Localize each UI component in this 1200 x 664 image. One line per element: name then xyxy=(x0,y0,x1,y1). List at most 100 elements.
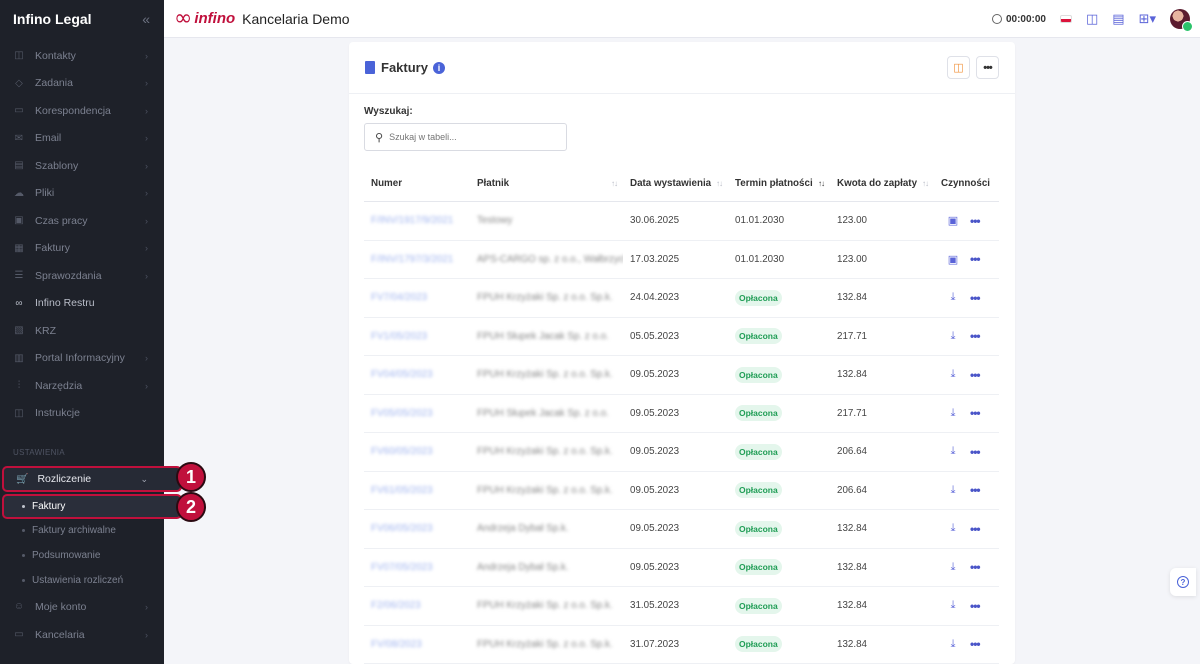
payer-name: FPUH Krzyżaki Sp. z o.o. Sp.k. xyxy=(477,369,613,381)
more-options-button[interactable]: ••• xyxy=(976,56,999,79)
sidebar-subitem[interactable]: Podsumowanie xyxy=(0,543,164,568)
download-icon[interactable]: ⤓ xyxy=(942,561,964,574)
invoice-number-link[interactable]: F/INV/1797/3/2021 xyxy=(371,254,453,265)
download-icon[interactable]: ⤓ xyxy=(942,291,964,304)
sidebar-item-label: Moje konto xyxy=(35,600,87,613)
row-more-icon[interactable]: ••• xyxy=(970,329,981,343)
question-icon: ? xyxy=(1177,576,1189,588)
sidebar-item-korespondencja[interactable]: ▭ Korespondencja › xyxy=(0,97,164,125)
column-header-kwota[interactable]: Kwota do zapłaty ↑↓ xyxy=(830,166,934,202)
invoice-number-link[interactable]: FV/08/2023 xyxy=(371,639,422,650)
table-row: FV7/04/2023 FPUH Krzyżaki Sp. z o.o. Sp.k… xyxy=(364,279,999,318)
amount-due: 132.84 xyxy=(837,561,867,573)
download-icon[interactable]: ⤓ xyxy=(942,445,964,458)
sidebar-item-krz[interactable]: ▧ KRZ xyxy=(0,317,164,345)
help-book-button[interactable]: ◫ xyxy=(947,56,970,79)
sidebar-item-kontakty[interactable]: ◫ Kontakty › xyxy=(0,42,164,70)
download-icon[interactable]: ⤓ xyxy=(942,407,964,420)
sidebar-item-szablony[interactable]: ▤ Szablony › xyxy=(0,152,164,180)
book-icon[interactable]: ◫ xyxy=(1086,11,1098,27)
sidebar-item-label: Faktury xyxy=(35,242,71,255)
download-icon[interactable]: ⤓ xyxy=(942,599,964,612)
invoice-number-link[interactable]: FV60/05/2023 xyxy=(371,446,433,457)
cloud-icon: ☁ xyxy=(14,187,24,199)
sidebar-item-label: Infino Restru xyxy=(35,297,95,310)
sidebar-item-zadania[interactable]: ◇ Zadania › xyxy=(0,70,164,98)
sidebar-item-sprawozdania[interactable]: ☰ Sprawozdania › xyxy=(0,262,164,290)
row-more-icon[interactable]: ••• xyxy=(970,406,981,420)
info-icon[interactable]: i xyxy=(432,61,445,74)
callout-badge-2: 2 xyxy=(176,492,206,522)
download-icon[interactable]: ⤓ xyxy=(942,368,964,381)
sidebar-subitem-label: Ustawienia rozliczeń xyxy=(32,575,124,586)
money-icon[interactable]: ▣ xyxy=(942,214,964,227)
row-more-icon[interactable]: ••• xyxy=(970,560,981,574)
table-body: F/INV/1917/9/2021 Testowy 30.06.2025 01.01.… xyxy=(364,202,999,664)
add-menu-icon[interactable]: ⊞▾ xyxy=(1139,11,1156,27)
invoice-number-link[interactable]: FV61/05/2023 xyxy=(371,485,433,496)
help-button[interactable]: ? xyxy=(1170,568,1196,596)
language-flag-icon[interactable] xyxy=(1059,15,1072,23)
payer-name: FPUH Słupek Jacak Sp. z o.o. xyxy=(477,407,609,419)
avatar[interactable] xyxy=(1170,9,1193,32)
invoice-number-link[interactable]: FV06/05/2023 xyxy=(371,523,433,534)
sidebar-item-email[interactable]: ✉ Email › xyxy=(0,125,164,153)
sidebar-item-faktury[interactable]: ▦ Faktury › xyxy=(0,235,164,263)
sidebar-subitem-faktury[interactable]: Faktury xyxy=(2,494,182,519)
column-header-platnik[interactable]: Płatnik ↑↓ xyxy=(470,166,623,202)
sidebar-item-pliki[interactable]: ☁ Pliki › xyxy=(0,180,164,208)
invoice-number-link[interactable]: F2/06/2023 xyxy=(371,600,421,611)
sort-icon: ↑↓ xyxy=(922,179,929,188)
invoice-number-link[interactable]: FV07/05/2023 xyxy=(371,562,433,573)
infinity-logo-icon: ∞ xyxy=(174,5,193,31)
invoices-card: Faktury i ◫ ••• Wyszukaj: ⚲ Numer Płatni… xyxy=(349,42,1015,664)
paid-status-badge: Opłacona xyxy=(735,328,782,345)
row-more-icon[interactable]: ••• xyxy=(970,214,981,228)
sidebar-item-czas-pracy[interactable]: ▣ Czas pracy › xyxy=(0,207,164,235)
row-more-icon[interactable]: ••• xyxy=(970,368,981,382)
chat-icon[interactable]: ▤ xyxy=(1112,11,1124,27)
invoice-number-link[interactable]: FV1/05/2023 xyxy=(371,331,427,342)
row-more-icon[interactable]: ••• xyxy=(970,522,981,536)
sidebar-item-kancelaria[interactable]: ▭ Kancelaria › xyxy=(0,621,164,649)
row-more-icon[interactable]: ••• xyxy=(970,637,981,651)
sidebar-item-portal-informacyjny[interactable]: ▥ Portal Informacyjny › xyxy=(0,345,164,373)
row-more-icon[interactable]: ••• xyxy=(970,599,981,613)
topbar: ∞ infino Kancelaria Demo 00:00:00 ◫ ▤ ⊞▾ xyxy=(164,0,1200,38)
sidebar-item-moje-konto[interactable]: ☺ Moje konto › xyxy=(0,593,164,621)
logo[interactable]: ∞ infino xyxy=(174,5,235,31)
issue-date: 05.05.2023 xyxy=(630,330,680,342)
paid-status-badge: Opłacona xyxy=(735,482,782,499)
column-header-numer[interactable]: Numer xyxy=(364,166,470,202)
issue-date: 31.07.2023 xyxy=(630,638,680,650)
row-more-icon[interactable]: ••• xyxy=(970,483,981,497)
collapse-icon[interactable]: « xyxy=(142,11,150,27)
sidebar-item-infino-restru[interactable]: ∞ Infino Restru xyxy=(0,290,164,318)
search-field[interactable]: ⚲ xyxy=(364,123,567,151)
download-icon[interactable]: ⤓ xyxy=(942,638,964,651)
sidebar-subitem[interactable]: Ustawienia rozliczeń xyxy=(0,568,164,593)
column-header-termin[interactable]: Termin płatności ↑↓ xyxy=(728,166,830,202)
sidebar-item-instrukcje[interactable]: ◫ Instrukcje xyxy=(0,400,164,428)
sort-active-icon: ↑↓ xyxy=(818,179,825,188)
money-icon[interactable]: ▣ xyxy=(942,253,964,266)
search-input[interactable] xyxy=(389,132,550,142)
issue-date: 09.05.2023 xyxy=(630,561,680,573)
sidebar-subitem[interactable]: Faktury archiwalne xyxy=(0,518,164,543)
table-row: F2/06/2023 FPUH Krzyżaki Sp. z o.o. Sp.k.… xyxy=(364,587,999,626)
download-icon[interactable]: ⤓ xyxy=(942,330,964,343)
column-header-data[interactable]: Data wystawienia ↑↓ xyxy=(623,166,728,202)
timer-button[interactable]: 00:00:00 xyxy=(991,14,1046,25)
invoice-number-link[interactable]: FV7/04/2023 xyxy=(371,292,427,303)
sidebar-subitem-label: Podsumowanie xyxy=(32,550,101,561)
sidebar-item-rozliczenie[interactable]: 🛒 Rozliczenie ⌄ xyxy=(2,466,182,492)
row-more-icon[interactable]: ••• xyxy=(970,445,981,459)
invoice-number-link[interactable]: FV04/05/2023 xyxy=(371,369,433,380)
download-icon[interactable]: ⤓ xyxy=(942,484,964,497)
row-more-icon[interactable]: ••• xyxy=(970,291,981,305)
row-more-icon[interactable]: ••• xyxy=(970,252,981,266)
invoice-number-link[interactable]: FV05/05/2023 xyxy=(371,408,433,419)
download-icon[interactable]: ⤓ xyxy=(942,522,964,535)
sidebar-item-narzędzia[interactable]: ⫶ Narzędzia › xyxy=(0,372,164,400)
invoice-number-link[interactable]: F/INV/1917/9/2021 xyxy=(371,215,453,226)
